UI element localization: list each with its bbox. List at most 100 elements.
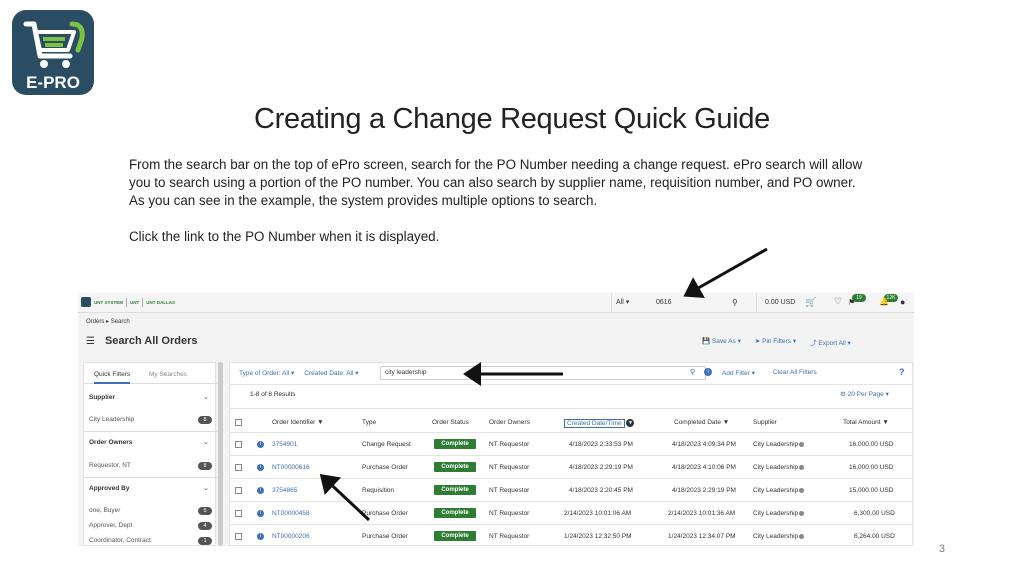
row-checkbox[interactable]: [235, 533, 242, 540]
add-filter-button[interactable]: Add Filter ▾: [722, 369, 755, 377]
col-order-owners[interactable]: Order Owners: [489, 419, 530, 426]
cart-icon[interactable]: 🛒: [805, 297, 816, 308]
row-checkbox[interactable]: [235, 487, 242, 494]
col-created-date[interactable]: Created Date/Time ▼: [564, 418, 635, 428]
info-icon[interactable]: [799, 441, 805, 447]
status-badge: Complete: [434, 508, 476, 518]
info-icon[interactable]: i: [257, 510, 264, 517]
divider: [126, 297, 128, 307]
created-date-filter[interactable]: Created Date: All ▾: [304, 369, 358, 377]
supplier-name[interactable]: City Leadership: [753, 533, 798, 540]
col-order-status[interactable]: Order Status: [432, 419, 469, 426]
filter-item[interactable]: City Leadership: [89, 416, 134, 423]
created-date: 1/24/2023 12:32:50 PM: [564, 533, 632, 540]
tab-quick-filters[interactable]: Quick Filters: [94, 371, 131, 384]
sort-down-icon[interactable]: ▼: [723, 419, 729, 426]
flag-icon[interactable]: ⚑: [848, 298, 855, 307]
completed-date: 4/18/2023 2:29:19 PM: [672, 487, 736, 494]
gear-icon[interactable]: ⚙: [840, 391, 846, 398]
scrollbar[interactable]: [218, 362, 223, 546]
divider: [230, 408, 914, 409]
filter-item[interactable]: Requestor, NT: [89, 462, 131, 469]
info-icon[interactable]: i: [704, 368, 712, 376]
save-as-button[interactable]: 💾 Save As ▾: [702, 337, 741, 347]
search-icon[interactable]: ⚲: [690, 368, 695, 376]
tab-my-searches[interactable]: My Searches: [149, 371, 187, 378]
sort-down-icon[interactable]: ▼: [882, 419, 888, 426]
export-all-label: Export All: [818, 340, 846, 347]
col-total-amount[interactable]: Total Amount ▼: [843, 419, 889, 426]
supplier-cell: City Leadership: [753, 533, 805, 540]
divider: [84, 477, 217, 478]
help-icon[interactable]: ?: [899, 367, 905, 377]
created-date: 2/14/2023 10:01:06 AM: [564, 510, 632, 517]
order-type: Change Request: [362, 441, 411, 448]
col-supplier[interactable]: Supplier: [753, 419, 777, 426]
supplier-cell: City Leadership: [753, 510, 805, 517]
row-checkbox[interactable]: [235, 464, 242, 471]
favorites-icon[interactable]: ♡: [834, 296, 842, 307]
order-link[interactable]: 3754865: [272, 487, 297, 494]
sort-down-icon[interactable]: ▼: [317, 419, 323, 426]
filter-section-supplier[interactable]: Supplier: [89, 394, 115, 401]
filter-count: 8: [198, 416, 212, 424]
supplier-name[interactable]: City Leadership: [753, 464, 798, 471]
supplier-name[interactable]: City Leadership: [753, 487, 798, 494]
info-icon[interactable]: i: [257, 464, 264, 471]
order-link[interactable]: NT00000616: [272, 464, 310, 471]
order-type: Purchase Order: [362, 510, 408, 517]
order-link[interactable]: NT00000206: [272, 533, 310, 540]
row-checkbox[interactable]: [235, 441, 242, 448]
clear-all-filters-link[interactable]: Clear All Filters: [773, 369, 817, 376]
table-row: i 3754865 Requisition Complete NT Reques…: [230, 479, 914, 502]
breadcrumb-orders[interactable]: Orders: [86, 319, 104, 325]
table-row: i 3754901 Change Request Complete NT Req…: [230, 433, 914, 456]
search-scope-dropdown[interactable]: All ▾: [611, 293, 651, 313]
chevron-down-icon[interactable]: ⌄: [203, 393, 209, 401]
completed-date: 1/24/2023 12:34:07 PM: [668, 533, 736, 540]
menu-icon[interactable]: ☰: [86, 336, 95, 347]
filter-section-approved-by[interactable]: Approved By: [89, 485, 129, 492]
info-icon[interactable]: i: [257, 487, 264, 494]
info-icon[interactable]: [799, 533, 805, 539]
pin-filters-button[interactable]: ➤ Pin Filters ▾: [755, 337, 796, 347]
slide-title: Creating a Change Request Quick Guide: [253, 103, 771, 135]
col-type[interactable]: Type: [362, 419, 376, 426]
user-icon[interactable]: ●: [900, 297, 905, 307]
cart-amount[interactable]: 0.00 USD: [756, 293, 801, 313]
table-row: i NT00000458 Purchase Order Complete NT …: [230, 502, 914, 525]
row-checkbox[interactable]: [235, 510, 242, 517]
divider: [84, 431, 217, 432]
filter-item[interactable]: one, Buyer: [89, 507, 120, 514]
sort-icon[interactable]: ▼: [626, 419, 635, 427]
order-link[interactable]: NT00000458: [272, 510, 310, 517]
col-label: Total Amount: [843, 419, 881, 426]
bell-icon[interactable]: 🔔: [879, 297, 889, 306]
results-search-input[interactable]: city leadership: [380, 366, 706, 380]
chevron-down-icon[interactable]: ⌄: [203, 484, 209, 492]
filter-section-order-owners[interactable]: Order Owners: [89, 439, 132, 446]
order-link[interactable]: 3754901: [272, 441, 297, 448]
info-icon[interactable]: i: [257, 441, 264, 448]
supplier-name[interactable]: City Leadership: [753, 441, 798, 448]
type-of-order-filter[interactable]: Type of Order: All ▾: [239, 369, 294, 377]
chevron-down-icon[interactable]: ⌄: [203, 438, 209, 446]
breadcrumb-search[interactable]: Search: [111, 319, 130, 325]
supplier-cell: City Leadership: [753, 464, 805, 471]
info-icon[interactable]: [799, 464, 805, 470]
col-completed-date[interactable]: Completed Date ▼: [674, 419, 729, 426]
supplier-name[interactable]: City Leadership: [753, 510, 798, 517]
select-all-checkbox[interactable]: [235, 419, 242, 426]
search-icon[interactable]: ⚲: [732, 298, 738, 307]
info-icon[interactable]: [799, 487, 805, 493]
info-icon[interactable]: i: [257, 533, 264, 540]
filter-count: 5: [198, 507, 212, 515]
status-badge: Complete: [434, 531, 476, 541]
col-order-identifier[interactable]: Order Identifier ▼: [272, 419, 324, 426]
filter-item[interactable]: Coordinator, Contract: [89, 537, 151, 544]
info-icon[interactable]: [799, 510, 805, 516]
export-all-button[interactable]: ⤴ Export All ▾: [810, 337, 851, 347]
total-amount: 16,000.00 USD: [849, 441, 894, 448]
per-page-dropdown[interactable]: ⚙ 20 Per Page ▾: [840, 390, 889, 398]
filter-item[interactable]: Approver, Dept: [89, 522, 132, 529]
